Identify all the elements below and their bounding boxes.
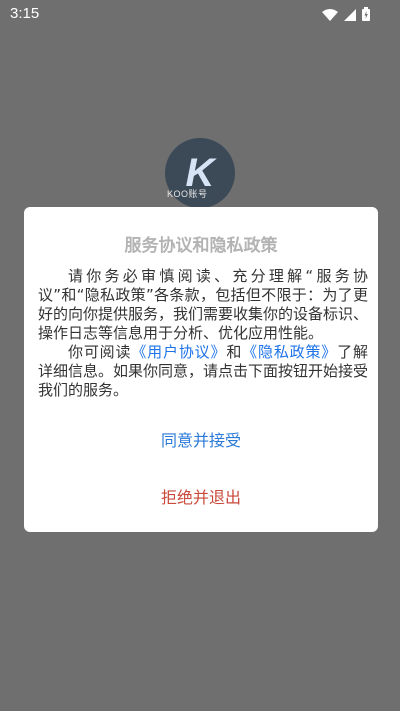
status-bar: 3:15 <box>0 0 400 28</box>
dialog-paragraph-2: 你可阅读《用户协议》和《隐私政策》了解详细信息。如果你同意，请点击下面按钮开始接… <box>38 343 368 400</box>
battery-icon <box>362 6 370 25</box>
dialog-title: 服务协议和隐私政策 <box>124 236 278 256</box>
user-agreement-link[interactable]: 《用户协议》 <box>131 343 226 361</box>
wifi-icon <box>322 6 338 25</box>
privacy-policy-link[interactable]: 《隐私政策》 <box>242 343 337 361</box>
privacy-dialog: 服务协议和隐私政策 请你务必审慎阅读、充分理解“服务协议”和“隐私政策”各条款，… <box>24 207 378 532</box>
dialog-paragraph-1: 请你务必审慎阅读、充分理解“服务协议”和“隐私政策”各条款，包括但不限于：为了更… <box>38 267 369 342</box>
reject-button[interactable]: 拒绝并退出 <box>24 484 378 508</box>
status-time: 3:15 <box>10 5 40 22</box>
signal-icon <box>344 6 356 25</box>
accept-button[interactable]: 同意并接受 <box>24 427 378 451</box>
dialog-body: 请你务必审慎阅读、充分理解“服务协议”和“隐私政策”各条款，包括但不限于：为了更… <box>38 267 368 400</box>
para2-prefix: 你可阅读 <box>68 343 132 361</box>
app-logo-caption: KOO账号 <box>167 189 208 199</box>
para2-and: 和 <box>226 343 243 361</box>
status-icons <box>322 6 370 25</box>
